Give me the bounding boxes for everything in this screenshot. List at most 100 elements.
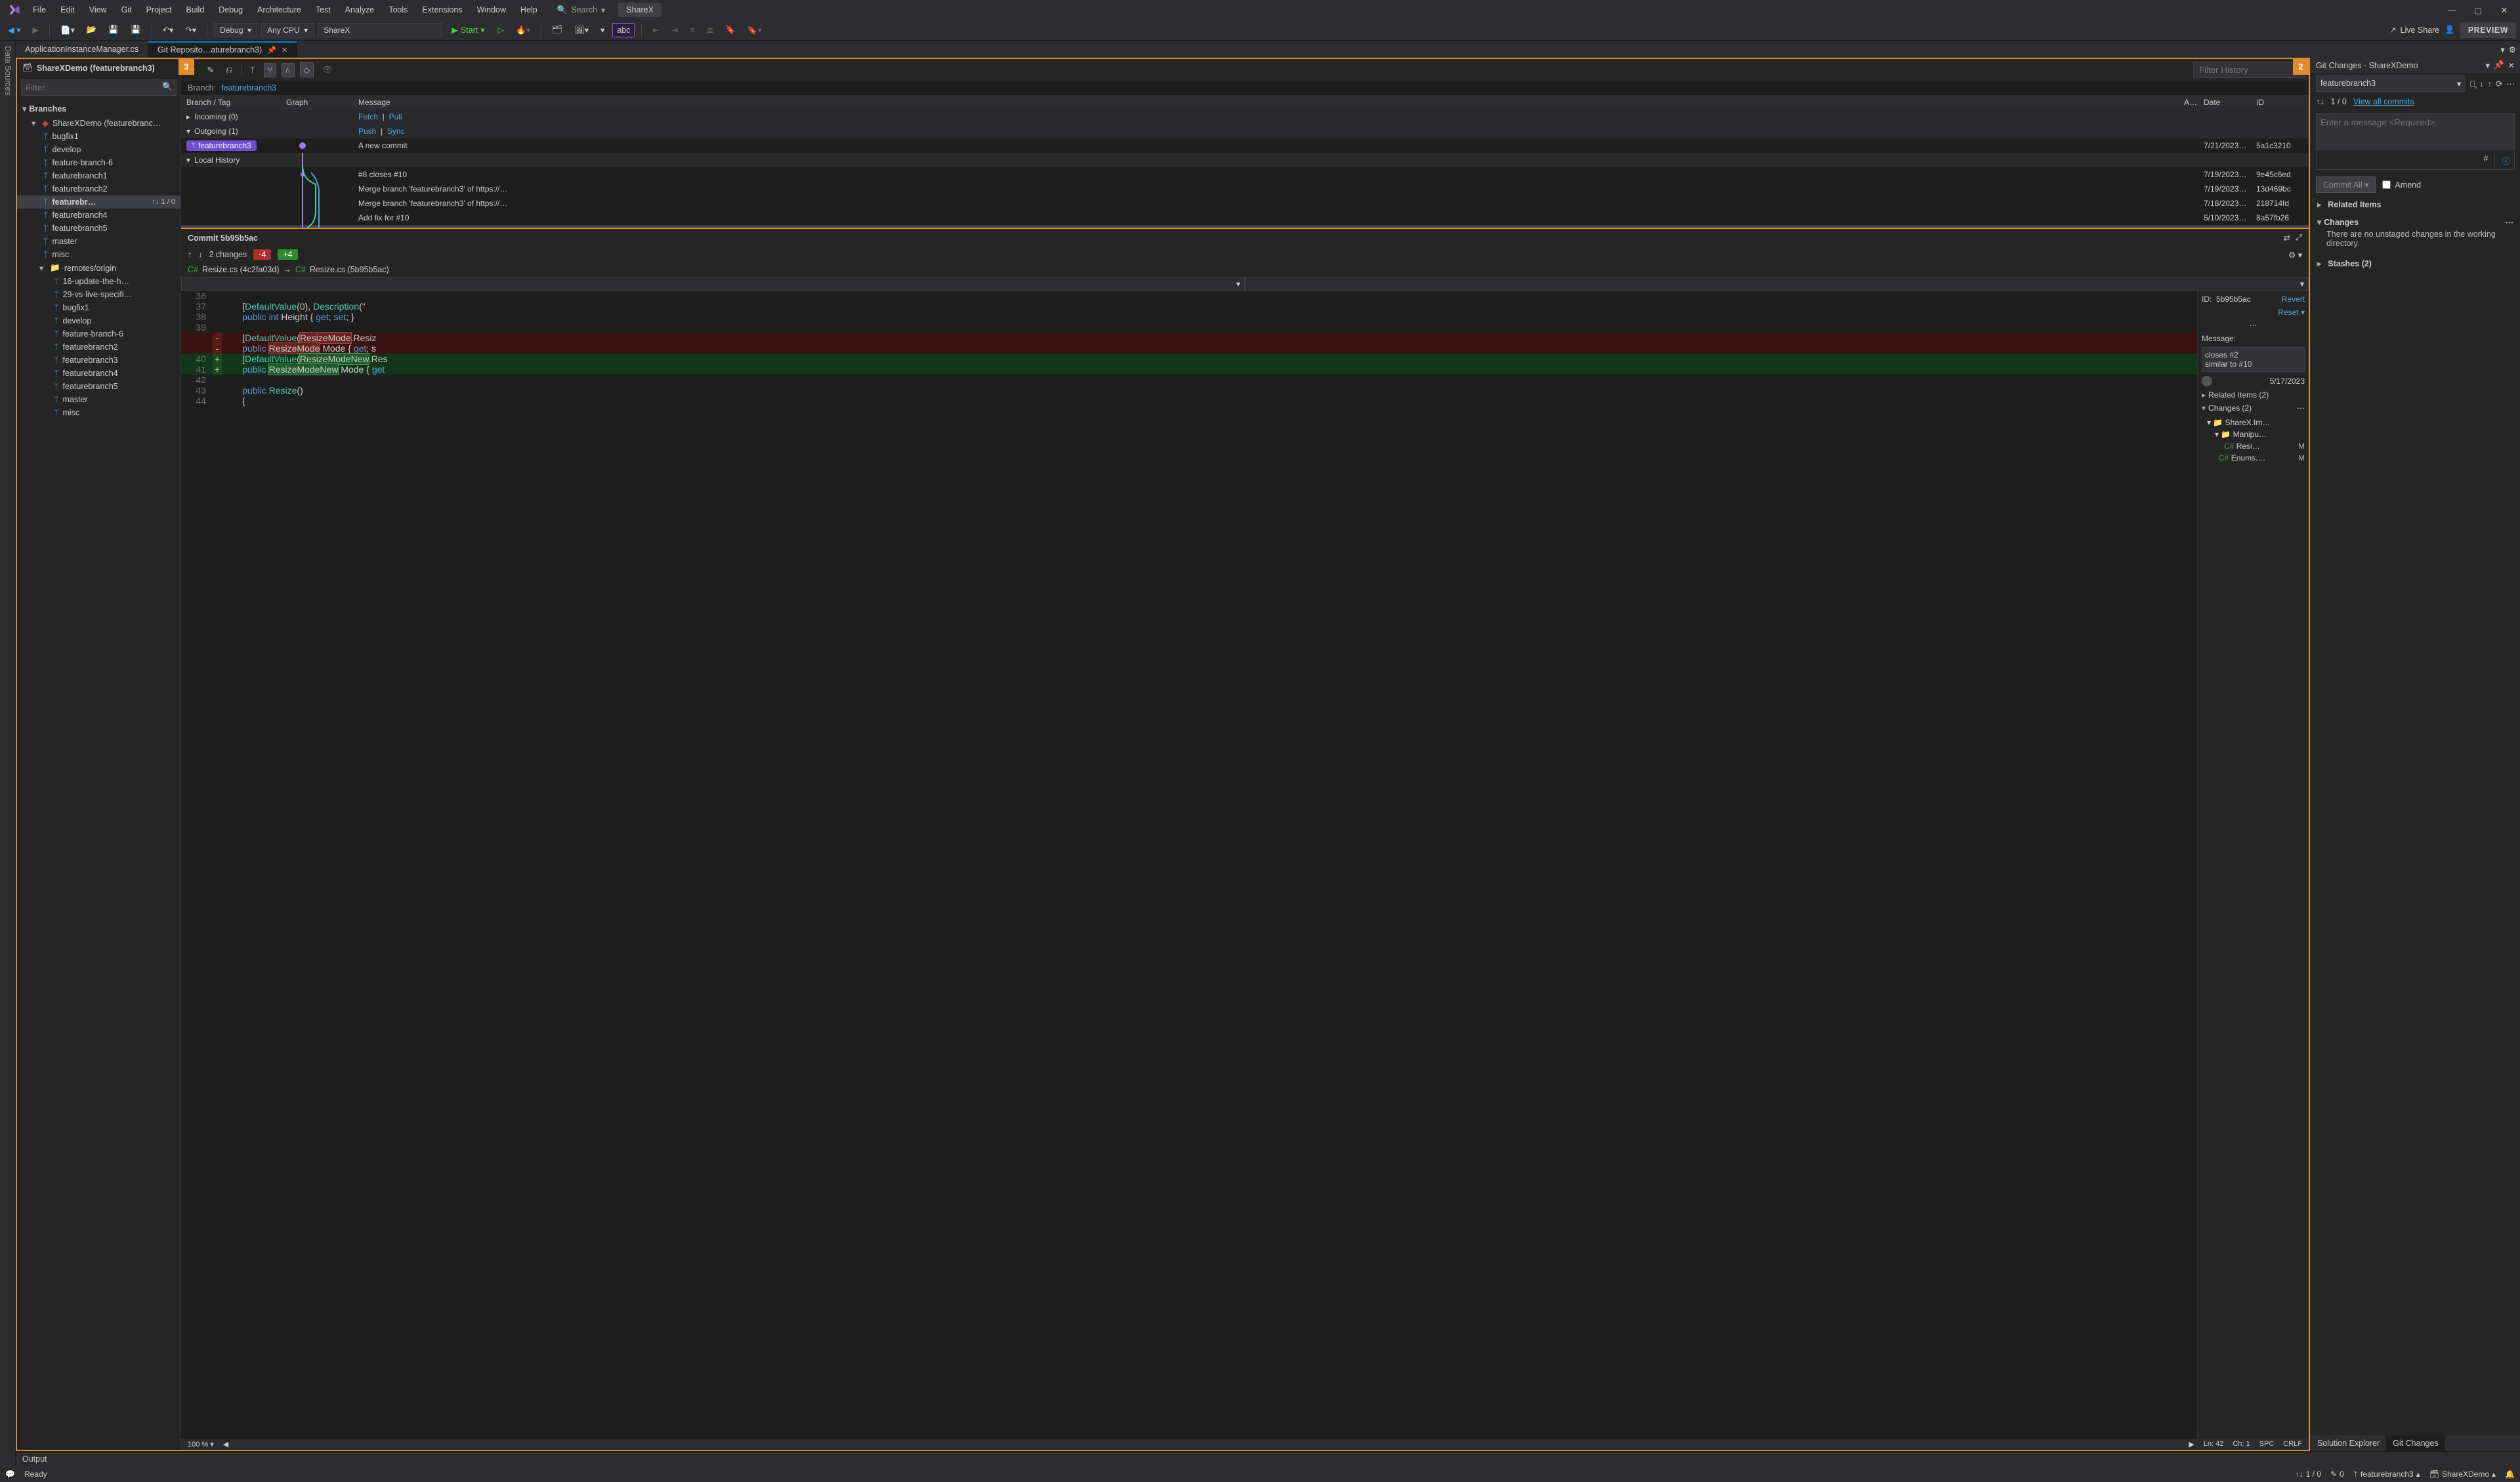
- related-items-expander[interactable]: Related Items (2): [2202, 390, 2305, 400]
- doc-tab-gitrepo[interactable]: Git Reposito…aturebranch3) 📌 ✕: [148, 41, 297, 57]
- stashes-section[interactable]: Stashes (2): [2317, 258, 2513, 268]
- indent-out-button[interactable]: ⇤: [648, 23, 663, 37]
- up-arrow-icon[interactable]: ↑: [188, 250, 192, 259]
- sync-link[interactable]: Sync: [387, 127, 405, 136]
- menu-extensions[interactable]: Extensions: [415, 3, 469, 17]
- remote-branch[interactable]: ᛘfeaturebranch4: [17, 367, 180, 380]
- history-list[interactable]: ▸ Incoming (0) Fetch | Pull ▾ Outgoing (…: [181, 110, 2309, 228]
- bookmark-list-button[interactable]: 🔖▾: [744, 23, 766, 37]
- remotes-group[interactable]: 📁remotes/origin: [17, 261, 180, 275]
- close-button[interactable]: ✕: [2491, 0, 2517, 20]
- repo-node[interactable]: ◆ ShareXDemo (featurebranc…: [17, 116, 180, 130]
- hscroll-right[interactable]: ▶: [2189, 1440, 2194, 1449]
- branch-combo[interactable]: featurebranch3▾: [2316, 75, 2466, 92]
- commit-all-button[interactable]: Commit All ▾: [2316, 176, 2376, 193]
- left-nav-combo[interactable]: ▾: [181, 277, 1245, 291]
- fetch-link[interactable]: Fetch: [358, 112, 378, 121]
- pull-link[interactable]: Pull: [388, 112, 402, 121]
- new-item-button[interactable]: 📄▾: [56, 23, 79, 37]
- menu-window[interactable]: Window: [471, 3, 513, 17]
- push-icon[interactable]: ↑: [2488, 79, 2492, 89]
- bookmark-button[interactable]: 🔖: [721, 23, 740, 37]
- menu-test[interactable]: Test: [309, 3, 337, 17]
- commit-row-selected[interactable]: closes #2 similar to #10 5/17/2023…5b95b…: [181, 225, 2309, 228]
- hscroll-left[interactable]: ◀: [223, 1440, 228, 1449]
- save-all-button[interactable]: 💾: [127, 23, 145, 37]
- single-branch-icon[interactable]: ᛘ: [247, 64, 259, 77]
- branch-bugfix1[interactable]: ᛘbugfix1: [17, 130, 180, 143]
- view-all-commits-link[interactable]: View all commits: [2353, 97, 2414, 106]
- nav-forward-button[interactable]: ▶: [28, 23, 43, 37]
- title-search[interactable]: 🔍 Search ▾: [557, 5, 605, 15]
- remote-branch[interactable]: ᛘ29-vs-live-specifi…: [17, 288, 180, 301]
- filter-history-input[interactable]: [2193, 62, 2305, 78]
- redo-button[interactable]: ↷▾: [181, 23, 200, 37]
- zoom-level[interactable]: 100 % ▾: [188, 1440, 214, 1449]
- minimize-button[interactable]: ―: [2439, 0, 2465, 20]
- fetch-icon[interactable]: ⭳̥: [2469, 79, 2475, 89]
- outgoing-section[interactable]: ▾ Outgoing (1) Push | Sync: [181, 124, 2309, 138]
- menu-debug[interactable]: Debug: [212, 3, 249, 17]
- commit-row[interactable]: Merge branch 'featurebranch3' of https:/…: [181, 196, 2309, 211]
- feedback-icon[interactable]: 👤: [2445, 25, 2455, 35]
- tab-git-changes[interactable]: Git Changes: [2386, 1435, 2445, 1451]
- full-graph-icon[interactable]: ⑂: [264, 63, 277, 77]
- menu-architecture[interactable]: Architecture: [251, 3, 308, 17]
- data-sources-tab[interactable]: Data Sources: [0, 41, 16, 1466]
- comment-button[interactable]: ≡: [686, 24, 698, 37]
- related-items-section[interactable]: Related Items: [2317, 199, 2513, 209]
- maximize-button[interactable]: ▢: [2465, 0, 2491, 20]
- tag-icon[interactable]: ◇: [300, 62, 314, 77]
- sync-icon[interactable]: ⟳: [2496, 79, 2502, 89]
- config-combo[interactable]: Debug ▾: [214, 23, 257, 37]
- feedback-icon[interactable]: 💬: [5, 1470, 15, 1479]
- pin-icon[interactable]: 📌: [267, 46, 276, 54]
- amend-checkbox[interactable]: Amend: [2382, 180, 2421, 190]
- commit-message-input[interactable]: [2316, 113, 2515, 150]
- push-link[interactable]: Push: [358, 127, 376, 136]
- start-debug-button[interactable]: ▶ Start ▾: [446, 23, 490, 37]
- save-button[interactable]: 💾: [104, 23, 123, 37]
- nav-back-button[interactable]: ◀ ▾: [4, 23, 24, 37]
- target-combo[interactable]: ShareX: [318, 23, 442, 37]
- start-nodedbug-button[interactable]: ▷: [494, 23, 509, 37]
- open-button[interactable]: 📂: [83, 23, 101, 37]
- menu-tools[interactable]: Tools: [382, 3, 414, 17]
- uncomment-button[interactable]: ≣: [703, 23, 717, 37]
- remote-branch[interactable]: ᛘbugfix1: [17, 301, 180, 314]
- close-icon[interactable]: ✕: [2508, 60, 2515, 70]
- menu-file[interactable]: File: [26, 3, 52, 17]
- pull-icon[interactable]: ↓: [2480, 79, 2484, 89]
- commit-row[interactable]: Add fix for #10 5/10/2023…8a57fb26: [181, 211, 2309, 225]
- more-icon[interactable]: ⋯: [2506, 217, 2514, 227]
- commit-row[interactable]: Merge branch 'featurebranch3' of https:/…: [181, 182, 2309, 196]
- menu-edit[interactable]: Edit: [54, 3, 81, 17]
- inline-diff-icon[interactable]: ⇄: [2284, 233, 2290, 243]
- tab-overflow-icon[interactable]: ▾: [2501, 45, 2505, 54]
- changed-file[interactable]: C# Enums.…M: [2202, 452, 2305, 464]
- branches-group[interactable]: Branches: [17, 101, 180, 116]
- hash-icon[interactable]: #: [2484, 154, 2488, 167]
- branch-featurebranch4[interactable]: ᛘfeaturebranch4: [17, 209, 180, 222]
- line-endings[interactable]: CRLF: [2283, 1440, 2302, 1449]
- menu-view[interactable]: View: [83, 3, 114, 17]
- more-icon[interactable]: ⋯: [2297, 403, 2305, 413]
- menu-analyze[interactable]: Analyze: [339, 3, 381, 17]
- sb-repo[interactable]: 🗃 ShareXDemo ▴: [2429, 1470, 2496, 1479]
- commit-row[interactable]: ᛘfeaturebranch3 A new commit 7/21/2023… …: [181, 138, 2309, 153]
- overflow-button[interactable]: ▾: [597, 23, 608, 37]
- preview-img-button[interactable]: 🖼▾: [570, 23, 593, 37]
- tab-settings-icon[interactable]: ⚙: [2509, 45, 2516, 54]
- solution-name-badge[interactable]: ShareX: [618, 3, 662, 17]
- branches-filter-input[interactable]: [21, 79, 177, 96]
- hidden-icon[interactable]: 👁: [319, 63, 336, 77]
- remote-branch[interactable]: ᛘdevelop: [17, 314, 180, 327]
- pin-icon[interactable]: 📌: [2494, 60, 2504, 70]
- sb-pending[interactable]: ✎ 0: [2330, 1470, 2344, 1479]
- incoming-section[interactable]: ▸ Incoming (0) Fetch | Pull: [181, 110, 2309, 124]
- output-tab[interactable]: Output: [16, 1451, 2520, 1466]
- sb-incoming-outgoing[interactable]: ↑↓ 1 / 0: [2296, 1470, 2321, 1479]
- branch-develop[interactable]: ᛘdevelop: [17, 143, 180, 156]
- info-icon[interactable]: ⓘ: [2502, 154, 2510, 167]
- dropdown-icon[interactable]: ▾: [2486, 60, 2490, 70]
